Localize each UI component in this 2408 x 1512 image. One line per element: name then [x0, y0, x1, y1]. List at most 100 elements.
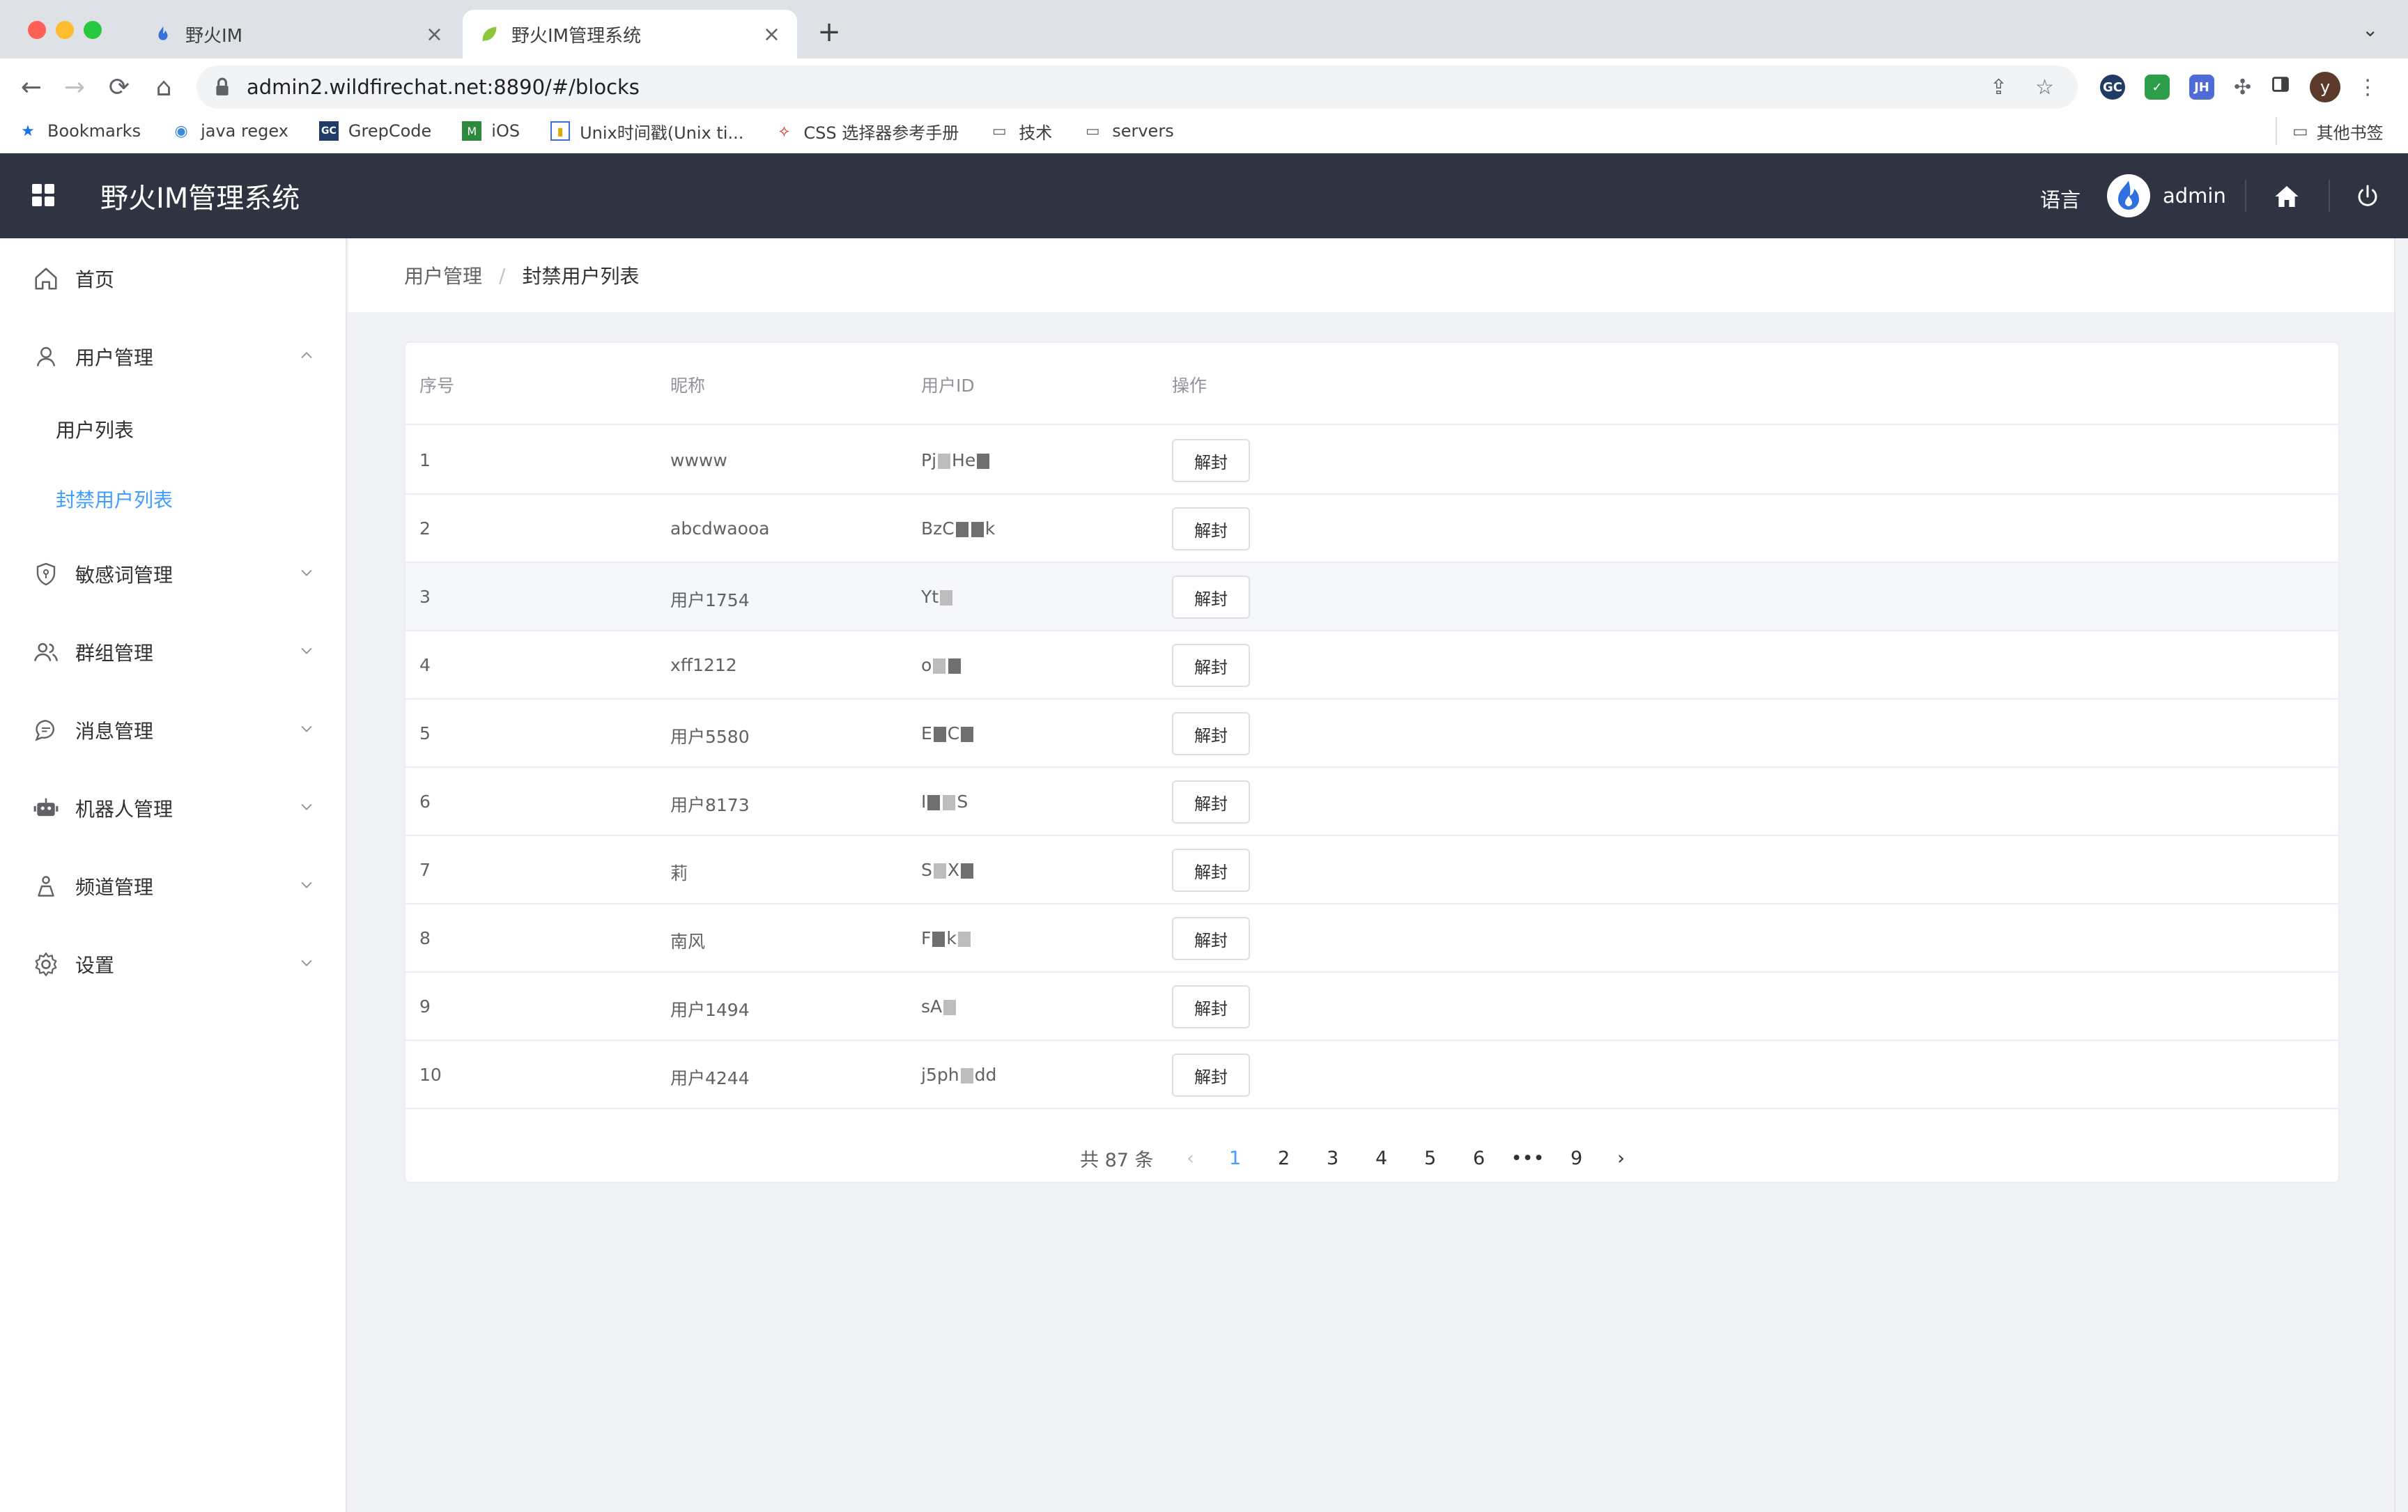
unban-button[interactable]: 解封 [1172, 576, 1250, 619]
bookmark-item[interactable]: ★ Bookmarks [18, 121, 141, 141]
share-icon[interactable]: ⇪ [1990, 75, 2007, 100]
back-button[interactable]: ← [13, 68, 50, 106]
unban-button[interactable]: 解封 [1172, 849, 1250, 892]
apps-grid-icon[interactable] [32, 184, 54, 206]
sidebar-item-user-list[interactable]: 用户列表 [0, 394, 347, 464]
page-number[interactable]: 4 [1361, 1148, 1402, 1169]
unix-icon: ▮ [550, 121, 571, 141]
window-minimize-button[interactable] [56, 21, 74, 39]
unban-button[interactable]: 解封 [1172, 1054, 1250, 1097]
url-text: admin2.wildfirechat.net:8890/#/blocks [247, 75, 640, 99]
sidebar-item-channels[interactable]: 频道管理 [0, 847, 347, 925]
username[interactable]: admin [2163, 184, 2226, 208]
sidebar-item-messages[interactable]: 消息管理 [0, 691, 347, 769]
chevron-down-icon [301, 569, 312, 576]
page-number[interactable]: 9 [1557, 1148, 1597, 1169]
home-icon[interactable] [2270, 180, 2303, 213]
chat-bubble-icon [32, 716, 60, 744]
browser-menu-icon[interactable]: ⋮ [2357, 75, 2378, 100]
sidebar-item-sensitive-words[interactable]: 敏感词管理 [0, 535, 347, 613]
app-title: 野火IM管理系统 [100, 183, 300, 215]
cell-nickname: xff1212 [670, 655, 737, 675]
browser-tab-1[interactable]: 野火IM × [137, 10, 460, 59]
page-number[interactable]: 6 [1459, 1148, 1499, 1169]
unban-button[interactable]: 解封 [1172, 439, 1250, 482]
window-close-button[interactable] [28, 21, 46, 39]
breadcrumb-item-current: 封禁用户列表 [522, 265, 640, 288]
house-icon [32, 265, 60, 293]
bookmark-item[interactable]: GC GrepCode [318, 121, 431, 141]
folder-icon: ▭ [2292, 121, 2308, 141]
bookmark-folder[interactable]: ▭ servers [1083, 121, 1174, 141]
tab-search-chevron-icon[interactable]: ⌄ [2362, 18, 2378, 41]
redaction-block [957, 932, 971, 947]
redaction-block [977, 454, 990, 469]
cell-index: 6 [419, 792, 431, 812]
breadcrumb-item-user-management[interactable]: 用户管理 [404, 261, 482, 289]
home-button[interactable]: ⌂ [145, 68, 183, 106]
extension-jh-icon[interactable]: JH [2189, 75, 2214, 100]
page-number[interactable]: 2 [1264, 1148, 1304, 1169]
unban-button[interactable]: 解封 [1172, 917, 1250, 960]
unban-button[interactable]: 解封 [1172, 780, 1250, 824]
extension-shield-icon[interactable]: ✓ [2145, 75, 2170, 100]
page-number[interactable]: 3 [1313, 1148, 1353, 1169]
new-tab-button[interactable]: + [812, 15, 846, 49]
header-divider [2329, 180, 2330, 212]
leaf-icon [479, 24, 499, 44]
forward-button[interactable]: → [56, 68, 93, 106]
unban-button[interactable]: 解封 [1172, 985, 1250, 1028]
next-page-button[interactable]: › [1601, 1148, 1642, 1169]
cell-user-id: SX [921, 860, 975, 880]
puzzle-icon[interactable]: ✣ [2234, 75, 2251, 100]
sidebar-item-home[interactable]: 首页 [0, 240, 347, 318]
language-switch[interactable]: 语言 [2040, 184, 2081, 213]
tab-close-icon[interactable]: × [426, 22, 443, 47]
table-row: 6 用户8173 IS 解封 [406, 768, 2338, 836]
table-row: 2 abcdwaooa BzC k 解封 [406, 495, 2338, 563]
window-zoom-button[interactable] [84, 21, 102, 39]
cell-nickname: 莉 [670, 863, 688, 884]
chevron-down-icon [301, 959, 312, 966]
sidebar-item-blocked-users[interactable]: 封禁用户列表 [0, 464, 347, 534]
extension-gc-icon[interactable]: GC [2100, 75, 2125, 100]
address-bar[interactable]: admin2.wildfirechat.net:8890/#/blocks [196, 65, 2078, 109]
table-row: 10 用户4244 j5ph dd 解封 [406, 1041, 2338, 1109]
column-header-nickname: 昵称 [670, 376, 706, 396]
bookmark-item[interactable]: ⟡ CSS 选择器参考手册 [774, 119, 959, 144]
prev-page-button[interactable]: ‹ [1171, 1148, 1211, 1169]
cell-nickname: abcdwaooa [670, 518, 770, 539]
unban-button[interactable]: 解封 [1172, 712, 1250, 755]
bookmark-item[interactable]: MiOS [462, 121, 520, 141]
more-pages-ellipsis[interactable]: ••• [1508, 1148, 1548, 1169]
cell-index: 1 [419, 450, 431, 470]
sidebar-item-user-management[interactable]: 用户管理 [0, 318, 347, 396]
redaction-block [943, 1000, 957, 1015]
page-number[interactable]: 1 [1215, 1148, 1256, 1169]
avatar[interactable] [2107, 174, 2150, 217]
sidebar-item-groups[interactable]: 群组管理 [0, 613, 347, 691]
extensions-bar: GC ✓ JH ✣ y ⋮ [2090, 68, 2378, 106]
sidepanel-icon[interactable] [2271, 75, 2290, 100]
profile-avatar[interactable]: y [2310, 72, 2341, 102]
page-scrollbar[interactable] [2394, 238, 2408, 1512]
tab-close-icon[interactable]: × [763, 22, 780, 47]
cell-user-id: IS [921, 792, 968, 812]
power-icon[interactable] [2351, 180, 2384, 213]
redaction-block [932, 932, 946, 947]
unban-button[interactable]: 解封 [1172, 644, 1250, 687]
bookmark-folder[interactable]: ▭ 技术 [989, 119, 1052, 144]
bookmark-item[interactable]: ◉ java regex [171, 121, 288, 141]
browser-tab-2[interactable]: 野火IM管理系统 × [463, 10, 797, 59]
page-number[interactable]: 5 [1410, 1148, 1451, 1169]
bookmark-star-icon[interactable]: ☆ [2035, 75, 2054, 100]
table-row: 8 南风 Fk 解封 [406, 904, 2338, 973]
sidebar-item-robots[interactable]: 机器人管理 [0, 769, 347, 847]
unban-button[interactable]: 解封 [1172, 507, 1250, 550]
bookmark-item[interactable]: ▮ Unix时间戳(Unix ti... [550, 119, 743, 144]
reload-button[interactable]: ⟳ [100, 68, 138, 106]
sidebar-item-settings[interactable]: 设置 [0, 925, 347, 1003]
flame-icon [2118, 180, 2139, 210]
cell-user-id: BzC k [921, 518, 996, 539]
other-bookmarks-folder[interactable]: ▭ 其他书签 [2292, 109, 2384, 153]
